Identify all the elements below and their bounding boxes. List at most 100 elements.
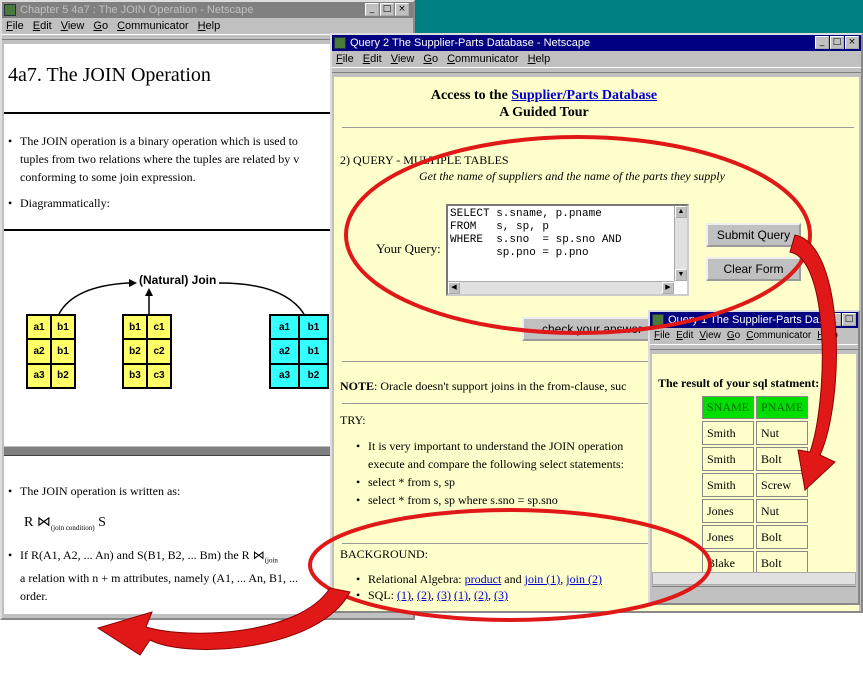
- menu-view[interactable]: View: [391, 51, 415, 67]
- background-heading: BACKGROUND:: [340, 547, 429, 561]
- submit-query-button[interactable]: Submit Query: [706, 223, 801, 247]
- menu-communicator[interactable]: Communicator: [117, 18, 189, 34]
- table-header-row: SNAME PNAME: [702, 396, 809, 419]
- menu-edit[interactable]: Edit: [676, 328, 693, 344]
- sql-link-2[interactable]: (2): [417, 588, 431, 602]
- divider: [342, 127, 854, 128]
- note-text: NOTE: Oracle doesn't support joins in th…: [340, 379, 627, 393]
- result-table: SNAME PNAME Smith Nut Smith Bolt Smith Scre…: [700, 394, 810, 572]
- horizontal-scrollbar[interactable]: ◀ ▶: [448, 281, 674, 294]
- result-menu-bar: File Edit View Go Communicator Help: [650, 328, 858, 344]
- desktop: [410, 0, 863, 33]
- join-1-link[interactable]: join (1): [525, 572, 561, 586]
- close-icon[interactable]: ×: [395, 3, 409, 16]
- left-title-bar[interactable]: Chapter 5 4a7 : The JOIN Operation - Net…: [2, 2, 413, 18]
- divider: [4, 112, 334, 114]
- netscape-icon: [4, 4, 16, 16]
- maximize-icon[interactable]: □: [842, 313, 856, 326]
- table-row: Smith Screw: [702, 473, 809, 497]
- result-status-bar: [652, 586, 856, 601]
- list-item: Diagrammatically:: [6, 194, 334, 212]
- result-page-content: The result of your sql statment: SNAME P…: [652, 354, 856, 572]
- try-heading: TRY:: [340, 413, 366, 427]
- left-menu-bar: File Edit View Go Communicator Help: [2, 18, 413, 34]
- minimize-icon[interactable]: _: [815, 36, 829, 49]
- query-heading: 2) QUERY - MULTIPLE TABLES: [340, 153, 509, 167]
- join-notation: R ⋈(join condition) S: [24, 515, 106, 532]
- vertical-scrollbar[interactable]: ▲ ▼: [674, 206, 687, 281]
- supplier-parts-link[interactable]: Supplier/Parts Database: [511, 88, 657, 103]
- result-horizontal-scrollbar[interactable]: [652, 572, 856, 585]
- menu-edit[interactable]: Edit: [33, 18, 52, 34]
- menu-go[interactable]: Go: [93, 18, 108, 34]
- table-row: Smith Nut: [702, 421, 809, 445]
- sql-link-1[interactable]: (1): [397, 588, 411, 602]
- minimize-icon[interactable]: _: [365, 3, 379, 16]
- scroll-left-icon[interactable]: ◀: [448, 282, 460, 294]
- menu-help[interactable]: Help: [817, 328, 838, 344]
- list-item: The JOIN operation is a binary operation…: [6, 132, 334, 186]
- scroll-down-icon[interactable]: ▼: [675, 269, 687, 281]
- menu-file[interactable]: File: [336, 51, 354, 67]
- result-toolbar-grip[interactable]: [650, 344, 858, 350]
- sql-link-5[interactable]: (2): [474, 588, 488, 602]
- clear-form-button[interactable]: Clear Form: [706, 257, 801, 281]
- result-window-title: Query 1 The Supplier-Parts Da...: [668, 314, 828, 326]
- menu-go[interactable]: Go: [727, 328, 740, 344]
- page-title: 4a7. The JOIN Operation: [8, 64, 211, 86]
- menu-view[interactable]: View: [61, 18, 85, 34]
- query-toolbar-grip[interactable]: [332, 67, 861, 73]
- result-browser-window: Query 1 The Supplier-Parts Da... _ □ Fil…: [648, 310, 860, 605]
- intro-bullets: The JOIN operation is a binary operation…: [6, 132, 334, 212]
- maximize-icon[interactable]: □: [380, 3, 394, 16]
- column-header-pname: PNAME: [756, 396, 809, 419]
- scroll-up-icon[interactable]: ▲: [675, 206, 687, 218]
- query-window-title: Query 2 The Supplier-Parts Database - Ne…: [350, 37, 591, 49]
- check-answer-button[interactable]: check your answer: [522, 317, 662, 341]
- close-icon[interactable]: ×: [845, 36, 859, 49]
- sql-link-3[interactable]: (3): [437, 588, 451, 602]
- left-window-title: Chapter 5 4a7 : The JOIN Operation - Net…: [20, 4, 254, 16]
- menu-go[interactable]: Go: [423, 51, 438, 67]
- result-title-bar[interactable]: Query 1 The Supplier-Parts Da... _ □: [650, 312, 858, 328]
- result-heading: The result of your sql statment:: [658, 376, 820, 390]
- menu-help[interactable]: Help: [528, 51, 551, 67]
- divider: [4, 229, 334, 231]
- menu-view[interactable]: View: [699, 328, 721, 344]
- definition-bullets: If R(A1, A2, ... An) and S(B1, B2, ... B…: [6, 546, 334, 605]
- join-2-link[interactable]: join (2): [566, 572, 602, 586]
- menu-communicator[interactable]: Communicator: [447, 51, 519, 67]
- frame-splitter[interactable]: [4, 446, 334, 456]
- left-page-content: 4a7. The JOIN Operation The JOIN operati…: [4, 44, 334, 614]
- relation-result: a1 a2 a3 b1 b1 b2: [269, 314, 329, 389]
- product-link[interactable]: product: [465, 572, 502, 586]
- column-header-sname: SNAME: [702, 396, 755, 419]
- relation-r: a1 a2 a3 b1 b1 b2: [26, 314, 76, 389]
- table-row: Jones Bolt: [702, 525, 809, 549]
- maximize-icon[interactable]: □: [830, 36, 844, 49]
- list-item: The JOIN operation is written as:: [6, 482, 334, 500]
- scroll-right-icon[interactable]: ▶: [662, 282, 674, 294]
- table-row: Blake Bolt: [702, 551, 809, 572]
- table-row: Smith Bolt: [702, 447, 809, 471]
- sql-link-4[interactable]: (1): [454, 588, 468, 602]
- menu-file[interactable]: File: [6, 18, 24, 34]
- table-row: Jones Nut: [702, 499, 809, 523]
- menu-help[interactable]: Help: [198, 18, 221, 34]
- menu-file[interactable]: File: [654, 328, 670, 344]
- sql-textarea[interactable]: SELECT s.sname, p.pname FROM s, sp, p WH…: [446, 204, 689, 296]
- menu-edit[interactable]: Edit: [363, 51, 382, 67]
- page-header: Access to the Supplier/Parts Database A …: [430, 88, 658, 120]
- query-title-bar[interactable]: Query 2 The Supplier-Parts Database - Ne…: [332, 35, 861, 51]
- notation-bullets: The JOIN operation is written as:: [6, 482, 334, 500]
- netscape-icon: [334, 37, 346, 49]
- menu-communicator[interactable]: Communicator: [746, 328, 811, 344]
- minimize-icon[interactable]: _: [827, 313, 841, 326]
- query-menu-bar: File Edit View Go Communicator Help: [332, 51, 861, 67]
- list-item: If R(A1, A2, ... An) and S(B1, B2, ... B…: [6, 546, 334, 605]
- query-description: Get the name of suppliers and the name o…: [419, 169, 725, 183]
- your-query-label: Your Query:: [376, 241, 441, 256]
- relation-s: b1 b2 b3 c1 c2 c3: [122, 314, 172, 389]
- sql-link-6[interactable]: (3): [494, 588, 508, 602]
- join-label: (Natural) Join: [139, 273, 217, 287]
